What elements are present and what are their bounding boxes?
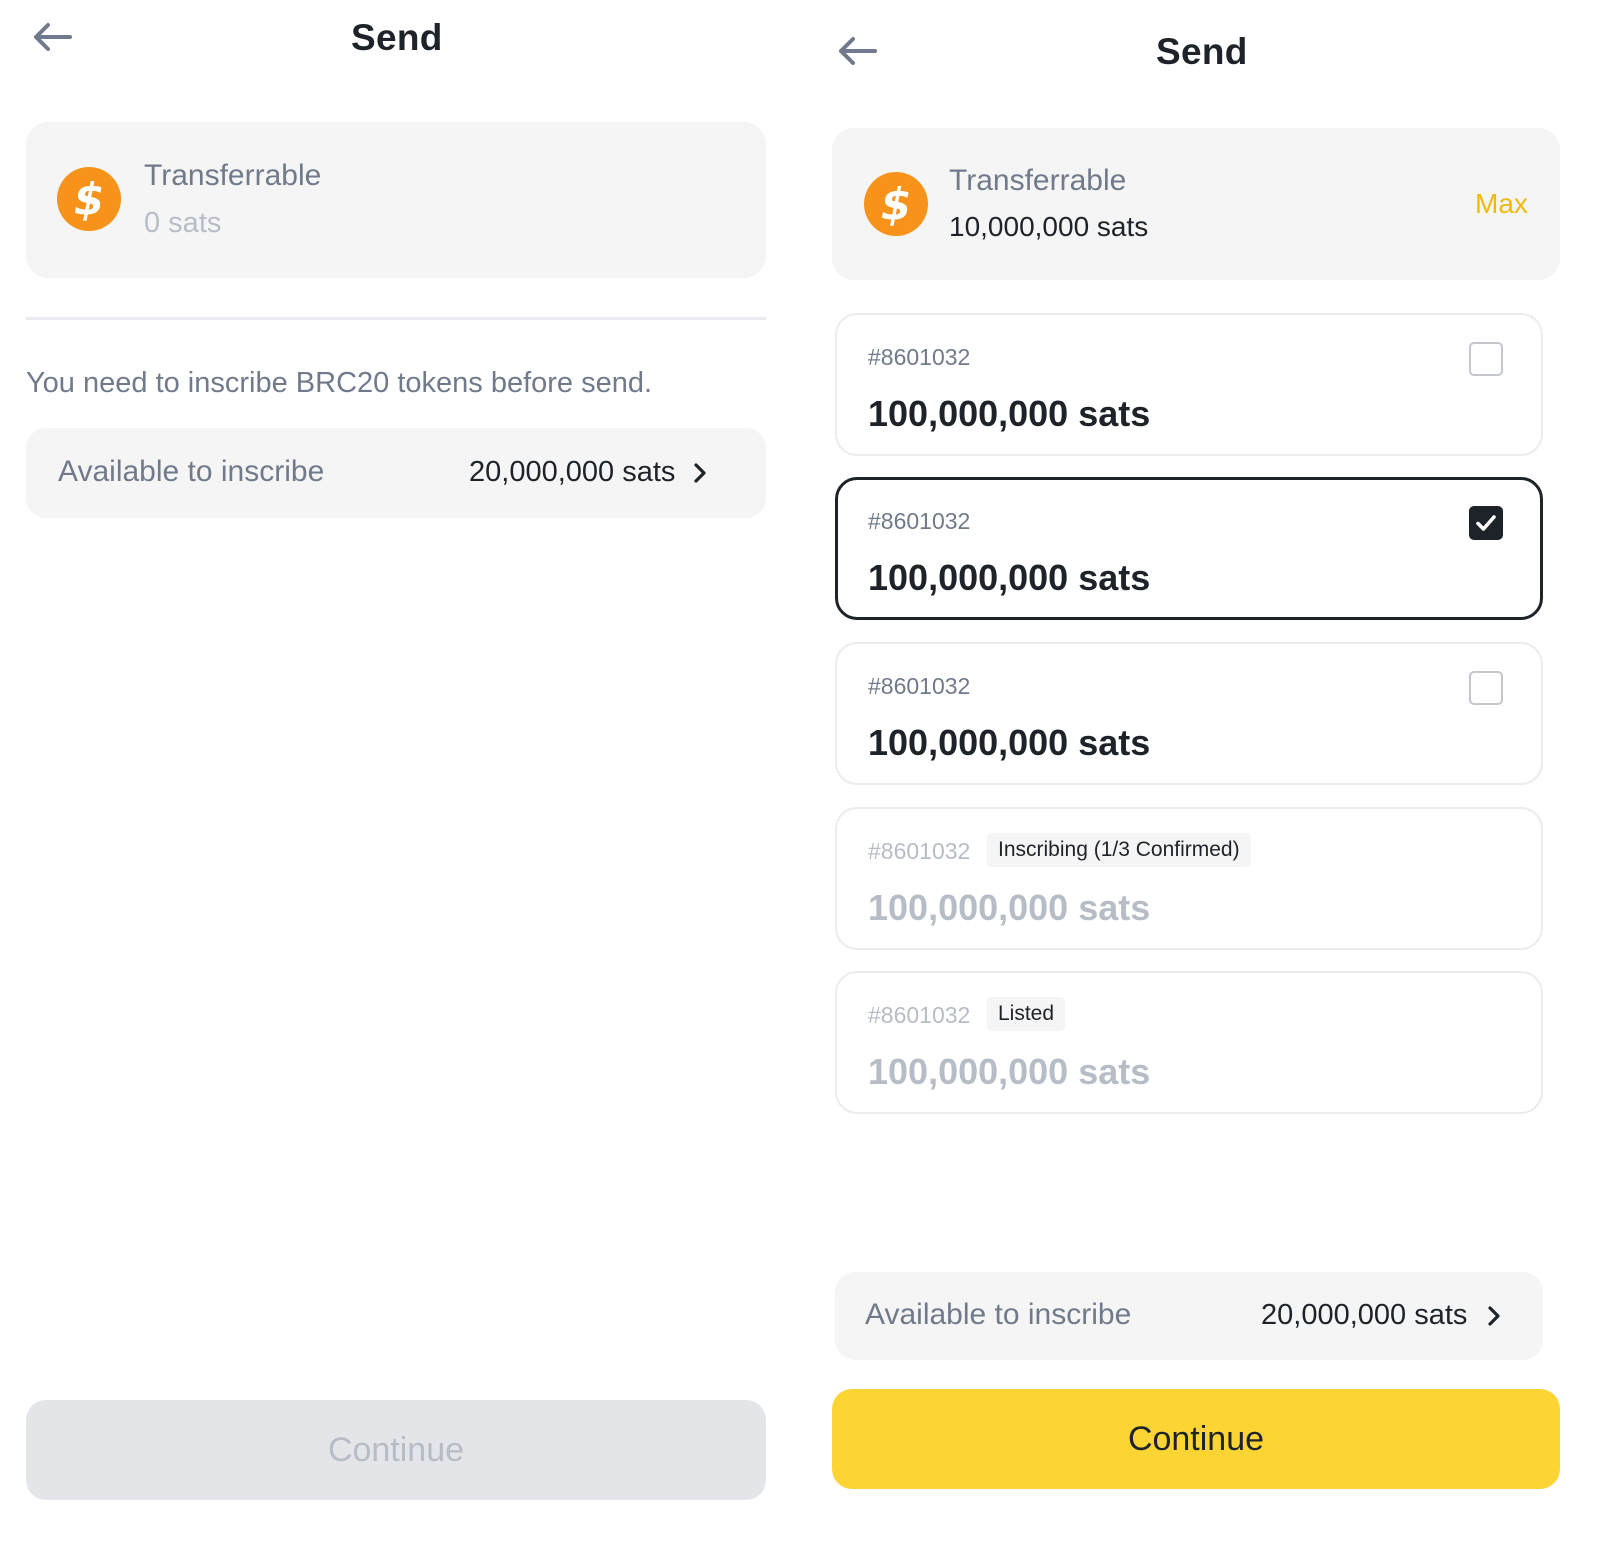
inscription-amount: 100,000,000 sats <box>868 722 1151 763</box>
inscription-amount: 100,000,000 sats <box>868 1051 1151 1092</box>
svg-text:$: $ <box>881 179 912 230</box>
list-item[interactable]: #8601032 100,000,000 sats <box>835 642 1543 785</box>
checkbox-icon[interactable] <box>1469 342 1503 376</box>
send-screen-empty: Send $ Transferrable 0 sats You need to … <box>0 0 800 1562</box>
list-item[interactable]: #8601032 100,000,000 sats <box>835 313 1543 456</box>
send-screen-select: Send $ Transferrable 10,000,000 sats Max… <box>800 0 1600 1562</box>
available-to-inscribe-row[interactable]: Available to inscribe 20,000,000 sats <box>835 1272 1543 1360</box>
balance-value: 0 sats <box>144 207 222 239</box>
inscription-amount: 100,000,000 sats <box>868 557 1151 598</box>
page-title: Send <box>351 17 443 58</box>
inscription-amount: 100,000,000 sats <box>868 887 1151 928</box>
status-badge: Inscribing (1/3 Confirmed) <box>987 833 1251 867</box>
chevron-right-icon <box>691 461 709 485</box>
inscription-id: #8601032 <box>868 508 971 534</box>
inscription-amount: 100,000,000 sats <box>868 393 1151 434</box>
max-button[interactable]: Max <box>1475 188 1528 220</box>
balance-value: 10,000,000 sats <box>949 211 1149 242</box>
available-value: 20,000,000 sats <box>1261 1299 1468 1331</box>
available-label: Available to inscribe <box>865 1298 1132 1331</box>
divider <box>26 317 766 320</box>
balance-card: $ Transferrable 10,000,000 sats Max <box>832 128 1560 280</box>
inscription-id: #8601032 <box>868 344 971 370</box>
list-item-listed: #8601032 Listed 100,000,000 sats <box>835 971 1543 1114</box>
back-arrow-icon[interactable] <box>30 20 78 60</box>
chevron-right-icon <box>1485 1304 1503 1328</box>
status-badge: Listed <box>987 997 1066 1031</box>
back-arrow-icon[interactable] <box>835 34 883 74</box>
svg-text:$: $ <box>74 174 105 225</box>
available-to-inscribe-row[interactable]: Available to inscribe 20,000,000 sats <box>26 428 766 518</box>
checkmark-icon <box>1476 515 1496 531</box>
inscription-id: #8601032 <box>868 1002 971 1028</box>
inscribe-notice: You need to inscribe BRC20 tokens before… <box>26 367 653 399</box>
inscription-id: #8601032 <box>868 838 971 864</box>
dollar-coin-icon: $ <box>57 167 121 231</box>
inscription-id: #8601032 <box>868 673 971 699</box>
continue-button[interactable]: Continue <box>26 1400 766 1500</box>
list-item-inscribing: #8601032 Inscribing (1/3 Confirmed) 100,… <box>835 807 1543 950</box>
balance-label: Transferrable <box>144 159 322 192</box>
available-value: 20,000,000 sats <box>469 456 676 488</box>
balance-card: $ Transferrable 0 sats <box>26 122 766 278</box>
list-item-selected[interactable]: #8601032 100,000,000 sats <box>835 477 1543 620</box>
checkbox-icon[interactable] <box>1469 671 1503 705</box>
dollar-coin-icon: $ <box>864 172 928 236</box>
page-title: Send <box>1156 31 1248 72</box>
available-label: Available to inscribe <box>58 455 325 488</box>
checkbox-checked-icon[interactable] <box>1469 506 1503 540</box>
balance-label: Transferrable <box>949 164 1127 197</box>
continue-button[interactable]: Continue <box>832 1389 1560 1489</box>
